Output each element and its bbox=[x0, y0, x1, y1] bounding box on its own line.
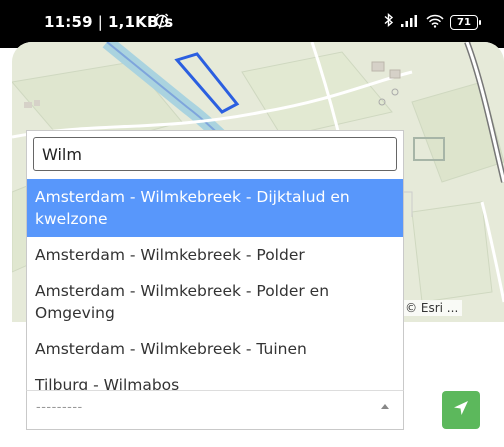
signal-icon bbox=[400, 13, 420, 32]
bluetooth-icon bbox=[384, 12, 394, 32]
navigation-arrow-icon bbox=[452, 399, 470, 421]
option-polder[interactable]: Amsterdam - Wilmkebreek - Polder bbox=[27, 237, 403, 273]
battery-icon: 71 bbox=[450, 14, 481, 30]
area-select[interactable]: --------- bbox=[26, 390, 404, 430]
option-polder-omgeving[interactable]: Amsterdam - Wilmkebreek - Polder en Omge… bbox=[27, 273, 403, 331]
caret-up-icon bbox=[381, 404, 389, 409]
battery-level: 71 bbox=[457, 16, 471, 28]
status-time: 11:59 bbox=[44, 13, 93, 31]
status-right-icons: 71 bbox=[384, 12, 481, 32]
select-placeholder: --------- bbox=[36, 400, 83, 415]
option-tuinen[interactable]: Amsterdam - Wilmkebreek - Tuinen bbox=[27, 331, 403, 367]
go-button[interactable] bbox=[442, 391, 480, 429]
option-dijktalud-kwelzone[interactable]: Amsterdam - Wilmkebreek - Dijktalud en k… bbox=[27, 179, 403, 237]
options-list: Amsterdam - Wilmkebreek - Dijktalud en k… bbox=[27, 179, 403, 403]
status-separator: | bbox=[92, 13, 108, 31]
wifi-icon bbox=[426, 13, 444, 32]
search-input[interactable] bbox=[33, 137, 397, 171]
status-bar: 11:59 | 1,1KB/s 71 bbox=[0, 0, 504, 48]
search-dropdown: Amsterdam - Wilmkebreek - Dijktalud en k… bbox=[26, 130, 404, 420]
alarm-icon bbox=[154, 12, 170, 32]
